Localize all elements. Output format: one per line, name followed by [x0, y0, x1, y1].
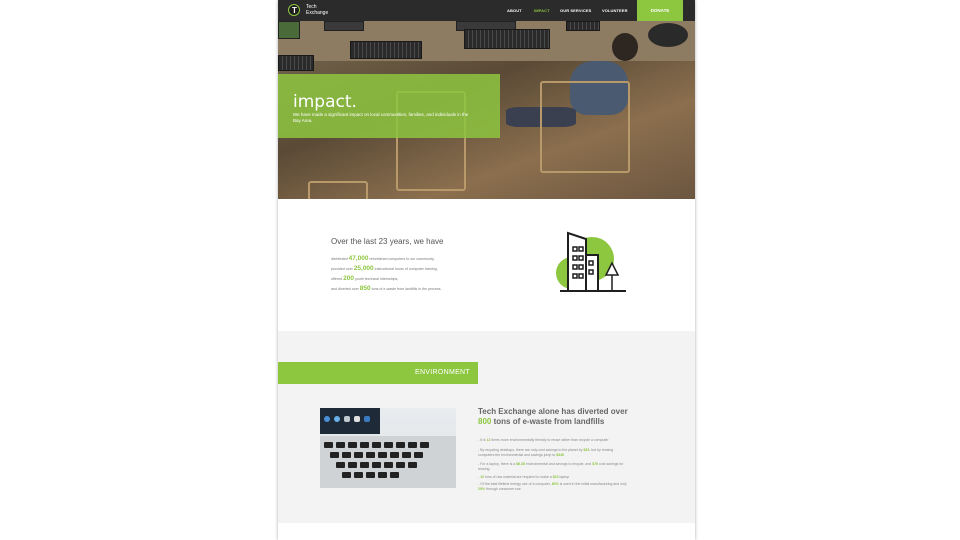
app-icon [364, 416, 370, 422]
hero-banner: impact. We have made a significant impac… [278, 21, 695, 199]
keyboard-key [384, 442, 393, 448]
hero-photo-keyboard [464, 29, 550, 49]
hero-photo-child-head [648, 23, 688, 47]
keyboard-key [348, 442, 357, 448]
app-icon [334, 416, 340, 422]
keyboard-key [366, 452, 375, 458]
keyboard-key [354, 472, 363, 478]
hero-photo-monitor [324, 21, 364, 31]
keyboard-key [384, 462, 393, 468]
app-icon [324, 416, 330, 422]
environment-fact: - By recycling desktops, there are only … [478, 448, 614, 457]
stat-line: distributed 47,000 refurbished computers… [331, 255, 435, 262]
stat-line: provided over 25,000 instructional hours… [331, 265, 438, 272]
laptop-photo [320, 408, 456, 488]
keyboard-key [390, 472, 399, 478]
keyboard-key [366, 472, 375, 478]
heading-text: Tech Exchange alone has diverted over [478, 407, 628, 416]
hero-photo-monitor [278, 21, 300, 39]
keyboard-key [330, 452, 339, 458]
nav-about[interactable]: ABOUT [507, 8, 522, 13]
stat-number: 850 [359, 285, 371, 292]
nav-our-services[interactable]: OUR SERVICES [560, 8, 591, 13]
keyboard-key [420, 442, 429, 448]
hero-photo-chair [540, 81, 630, 173]
environment-fact: - For a laptop, there is a $6.38 environ… [478, 462, 624, 471]
stats-title: Over the last 23 years, we have [331, 237, 444, 246]
keyboard-key [324, 442, 333, 448]
keyboard-key [396, 462, 405, 468]
top-navbar: T Tech Exchange ABOUT IMPACT OUR SERVICE… [278, 0, 695, 21]
city-building-icon [556, 231, 626, 292]
stat-text: distributed [331, 257, 349, 261]
app-icon [344, 416, 350, 422]
environment-section: ENVIRONMENT Tech Exchange alone has dive… [278, 331, 695, 523]
nav-impact[interactable]: IMPACT [534, 8, 550, 13]
donate-button[interactable]: DONATE [637, 0, 683, 21]
logo-icon[interactable]: T [288, 4, 300, 16]
stat-text: instructional hours of computer training… [373, 267, 438, 271]
stat-text: youth technical internships, [353, 277, 399, 281]
hero-photo-chair [308, 181, 368, 199]
keyboard-key [378, 472, 387, 478]
hero-subtitle: We have made a significant impact on loc… [293, 112, 469, 123]
environment-banner: ENVIRONMENT [278, 362, 478, 384]
stat-text: offered [331, 277, 344, 281]
keyboard-key [342, 452, 351, 458]
keyboard-key [360, 462, 369, 468]
environment-heading: Tech Exchange alone has diverted over 80… [478, 407, 668, 427]
stat-line: and diverted over 850 tons of e-waste fr… [331, 285, 442, 292]
environment-fact: - Of the total lifetime energy use of a … [478, 482, 627, 491]
brand-line-2: Exchange [306, 10, 329, 16]
hero-photo-child-head [612, 33, 638, 61]
stat-text: and diverted over [331, 287, 360, 291]
environment-fact: - It is 12 times more environmentally fr… [478, 438, 609, 442]
keyboard-key [414, 452, 423, 458]
stat-text: refurbished computers to our community, [368, 257, 435, 261]
keyboard-key [342, 472, 351, 478]
keyboard-key [390, 452, 399, 458]
stat-number: 25,000 [353, 265, 374, 272]
keyboard-key [372, 462, 381, 468]
stat-text: tons of e-waste from landfills in the pr… [370, 287, 442, 291]
stat-number: 47,000 [348, 255, 369, 262]
heading-number: 800 [478, 417, 492, 426]
laptop-keyboard [320, 436, 456, 488]
keyboard-key [396, 442, 405, 448]
environment-label: ENVIRONMENT [414, 369, 470, 376]
laptop-screen [320, 408, 380, 434]
app-icon [354, 416, 360, 422]
keyboard-key [378, 452, 387, 458]
environment-fact: - 10 tons of raw material are required t… [478, 475, 570, 479]
keyboard-key [402, 452, 411, 458]
hero-title: impact. [293, 92, 357, 112]
keyboard-key [336, 442, 345, 448]
heading-text: tons of e-waste from landfills [491, 417, 605, 426]
keyboard-key [372, 442, 381, 448]
keyboard-key [354, 452, 363, 458]
hero-photo-keyboard [278, 55, 314, 71]
brand-name[interactable]: Tech Exchange [306, 4, 346, 16]
logo-letter: T [292, 6, 297, 15]
nav-volunteer[interactable]: VOLUNTEER [602, 8, 628, 13]
hero-photo-keyboard [350, 41, 422, 59]
page: T Tech Exchange ABOUT IMPACT OUR SERVICE… [278, 0, 695, 540]
keyboard-key [336, 462, 345, 468]
keyboard-key [408, 462, 417, 468]
stat-number: 200 [343, 275, 354, 282]
keyboard-key [408, 442, 417, 448]
hero-photo-keyboard [566, 21, 600, 31]
hero-text-box: impact. We have made a significant impac… [278, 74, 500, 138]
stat-text: provided over [331, 267, 354, 271]
keyboard-key [348, 462, 357, 468]
stat-line: offered 200 youth technical internships, [331, 275, 398, 282]
keyboard-key [360, 442, 369, 448]
